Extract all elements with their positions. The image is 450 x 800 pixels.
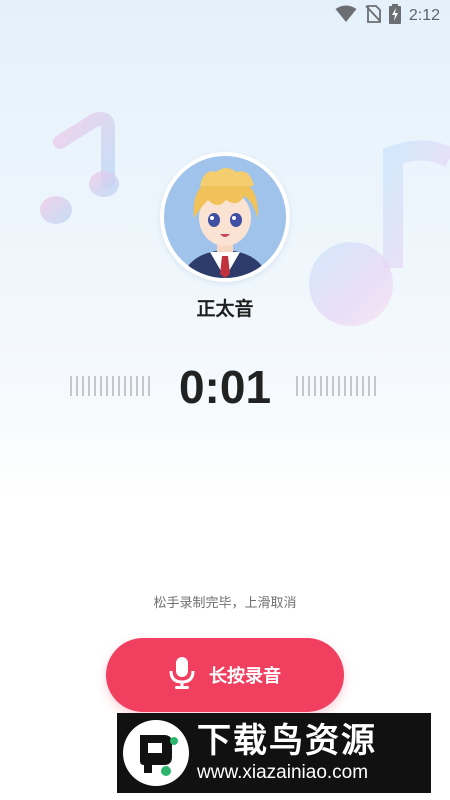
watermark-title: 下载鸟资源 — [197, 721, 377, 761]
voice-name: 正太音 — [196, 298, 254, 320]
bird-logo-icon — [123, 720, 189, 786]
music-note-left-icon — [40, 112, 130, 236]
waveform-right — [296, 376, 376, 396]
no-sim-icon — [365, 5, 382, 27]
battery-charging-icon — [388, 4, 401, 28]
watermark-url: www.xiazainiao.com — [197, 762, 369, 783]
timer-row: 0:01 — [0, 360, 450, 416]
recording-hint: 松手录制完毕，上滑取消 — [153, 596, 297, 611]
status-time: 2:12 — [408, 7, 440, 24]
record-button-label: 长按录音 — [209, 666, 281, 687]
wifi-icon — [335, 5, 357, 27]
hold-to-record-button[interactable]: 长按录音 — [106, 638, 344, 712]
status-bar: 2:12 — [0, 0, 450, 32]
watermark: 下载鸟资源 www.xiazainiao.com — [117, 713, 431, 793]
recording-timer: 0:01 — [178, 361, 272, 413]
waveform-left — [70, 376, 150, 396]
anime-boy-avatar-icon — [164, 156, 286, 278]
avatar — [160, 152, 290, 282]
microphone-icon — [169, 657, 195, 693]
watermark-text: 下载鸟资源 www.xiazainiao.com — [197, 721, 377, 785]
